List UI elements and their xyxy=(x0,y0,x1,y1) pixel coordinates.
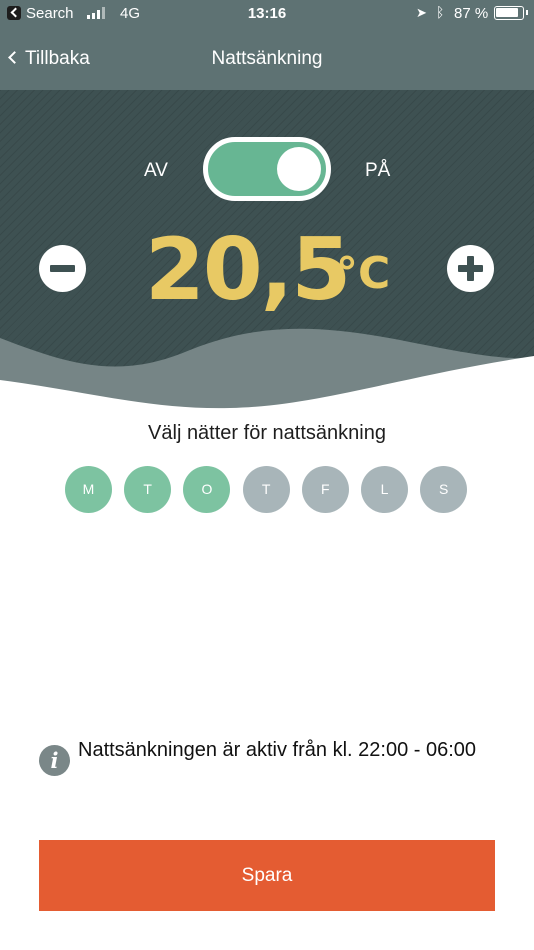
temperature-panel: AV PÅ 20,5 °C xyxy=(0,90,534,410)
decrease-temperature-button[interactable] xyxy=(39,245,86,292)
battery-icon xyxy=(494,6,528,20)
increase-temperature-button[interactable] xyxy=(447,245,494,292)
toggle-on-label: PÅ xyxy=(365,160,391,181)
bluetooth-icon: ᛒ xyxy=(436,4,445,20)
battery-fill xyxy=(496,8,518,17)
toggle-off-label: AV xyxy=(144,160,168,181)
days-title: Välj nätter för nattsänkning xyxy=(148,422,386,444)
plus-icon xyxy=(467,256,474,281)
day-button-sunday[interactable]: S xyxy=(420,466,468,513)
toggle-knob xyxy=(277,147,321,191)
location-arrow-icon: ➤ xyxy=(416,5,427,20)
info-text: Nattsänkningen är aktiv från kl. 22:00 -… xyxy=(78,739,477,761)
temperature-value: 20,5 xyxy=(145,220,351,320)
day-button-wednesday[interactable]: O xyxy=(183,466,231,513)
day-button-saturday[interactable]: L xyxy=(361,466,408,513)
status-bar: Search 4G 13:16 ➤ ᛒ 87 % xyxy=(0,0,534,28)
temperature-unit: °C xyxy=(336,248,391,299)
wave-divider xyxy=(0,328,534,410)
info-icon: i xyxy=(39,745,70,776)
night-setback-toggle[interactable] xyxy=(203,137,331,201)
day-selector: M T O T F L S xyxy=(65,466,475,514)
save-button[interactable]: Spara xyxy=(39,840,495,911)
day-button-tuesday[interactable]: T xyxy=(124,466,172,513)
minus-icon xyxy=(50,265,75,272)
day-button-monday[interactable]: M xyxy=(65,466,112,513)
page-title: Nattsänkning xyxy=(211,48,323,69)
day-button-thursday[interactable]: T xyxy=(242,466,290,513)
nav-bar: Tillbaka Nattsänkning xyxy=(0,28,534,90)
battery-percent: 87 % xyxy=(454,5,489,22)
day-button-friday[interactable]: F xyxy=(301,466,349,513)
